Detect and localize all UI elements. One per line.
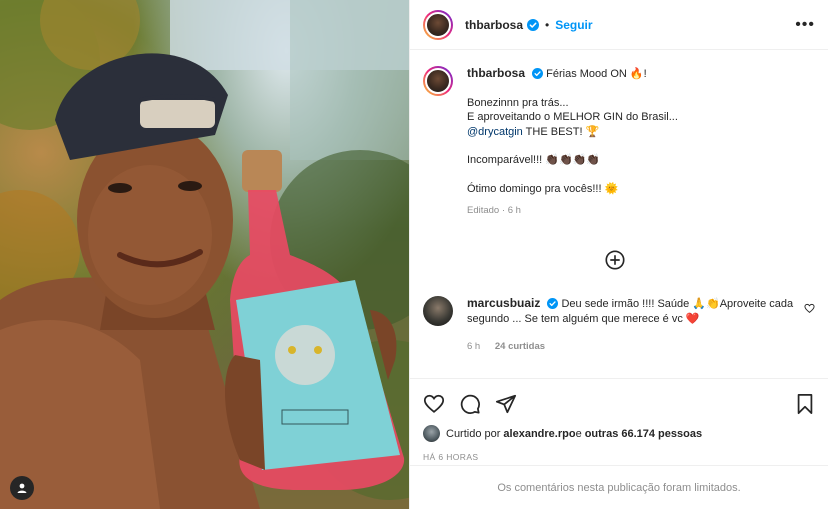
post-timestamp[interactable]: HÁ 6 HORAS [410,442,828,462]
more-icon: ••• [795,15,815,33]
bookmark-icon[interactable] [795,393,815,415]
comment-icon[interactable] [459,393,481,415]
post-side-panel: thbarbosa • Seguir ••• thbarbosa Férias … [409,0,828,509]
caption-line-1: Férias Mood ON 🔥! [546,68,647,80]
more-options-button[interactable]: ••• [795,16,815,34]
edited-time: 6 h [507,205,521,216]
follow-button[interactable]: Seguir [555,18,592,32]
post-header: thbarbosa • Seguir ••• [410,0,828,50]
plus-circle-icon[interactable] [604,249,626,271]
verified-icon [532,68,544,79]
caption-username[interactable]: thbarbosa [467,66,525,80]
verified-icon [527,18,540,31]
comment-time: 6 h [467,341,481,352]
caption: thbarbosa Férias Mood ON 🔥! Bonezinnn pr… [423,66,815,219]
caption-meta: Editado · 6 h [467,204,678,219]
edited-label: Editado [467,205,500,216]
caption-line-6: Ótimo domingo pra vocês!!! 🌞 [467,182,619,195]
caption-line-2: Bonezinnn pra trás... [467,96,569,109]
caption-mention-link[interactable]: @drycatgin [467,126,523,138]
comments-limited-notice: Os comentários nesta publicação foram li… [410,465,828,509]
caption-line-4: THE BEST! 🏆 [522,125,600,138]
post-photo[interactable] [0,0,409,509]
likes-middle: e [575,427,582,440]
liker-username[interactable]: alexandre.rpo [503,428,575,440]
comment-avatar[interactable] [423,296,453,326]
post-actions: Curtido por alexandre.rpo e outras 66.17… [410,378,828,509]
share-icon[interactable] [495,393,517,415]
caption-line-5: Incomparável!!! 👏🏿👏🏿👏🏿👏🏿 [467,154,601,166]
user-tag-button[interactable] [10,476,34,500]
liker-avatar[interactable] [423,425,440,442]
heart-icon[interactable] [804,303,815,314]
photo-illustration [0,0,409,509]
author-avatar[interactable] [423,9,453,40]
comment-likes[interactable]: 24 curtidas [495,341,545,352]
caption-line-3: E aproveitando o MELHOR GIN do Brasil... [467,111,678,123]
likes-summary: Curtido por alexandre.rpo e outras 66.17… [410,419,828,442]
comment-body: marcusbuaiz Deu sede irmão !!!! Saúde 🙏👏… [467,296,797,355]
user-tag-icon [17,483,27,493]
likes-others-link[interactable]: outras 66.174 pessoas [585,428,702,440]
instagram-post-modal: thbarbosa • Seguir ••• thbarbosa Férias … [0,0,828,509]
comment-meta: 6 h 24 curtidas [467,340,797,355]
header-separator: • [545,17,550,32]
caption-body: thbarbosa Férias Mood ON 🔥! Bonezinnn pr… [467,66,678,219]
comments-area: thbarbosa Férias Mood ON 🔥! Bonezinnn pr… [410,51,828,377]
action-icons [410,379,828,419]
verified-icon [547,298,559,309]
caption-avatar[interactable] [423,66,453,96]
author-username[interactable]: thbarbosa [465,18,523,32]
comment-username[interactable]: marcusbuaiz [467,296,540,310]
comment-item: marcusbuaiz Deu sede irmão !!!! Saúde 🙏👏… [423,296,815,355]
likes-prefix: Curtido por [446,427,501,440]
heart-icon[interactable] [423,393,445,415]
